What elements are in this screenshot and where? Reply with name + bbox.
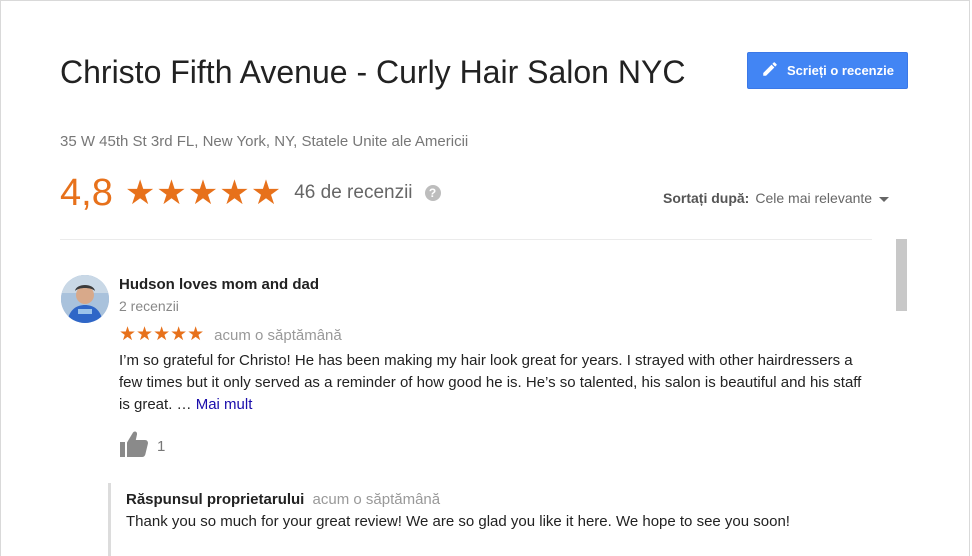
like-button[interactable]: 1 [119,430,165,463]
avatar[interactable] [61,275,109,323]
thumbs-up-icon [119,430,149,463]
chevron-down-icon [879,196,890,202]
review-meta: ★★★★★ acum o săptămână [119,325,342,345]
more-link[interactable]: Mai mult [196,396,253,413]
like-count: 1 [157,438,166,455]
help-icon[interactable]: ? [424,185,441,201]
author-review-count: 2 recenzii [119,298,179,314]
owner-reply-header: Răspunsul proprietarului acum o săptămân… [126,491,440,508]
write-review-label: Scrieți o recenzie [787,63,894,78]
scrollbar-thumb[interactable] [896,239,907,311]
review-stars: ★★★★★ [119,324,205,345]
review-date: acum o săptămână [214,326,342,344]
owner-reply-text: Thank you so much for your great review!… [126,513,790,530]
owner-reply-date: acum o săptămână [312,491,441,508]
review-author[interactable]: Hudson loves mom and dad [119,276,319,293]
owner-reply-label: Răspunsul proprietarului [126,491,305,508]
rating-summary: 4,8 ★★★★★ 46 de recenzii ? [60,170,441,216]
write-review-button[interactable]: Scrieți o recenzie [747,52,908,89]
sort-label: Sortați după: [663,190,750,206]
divider [60,239,872,240]
sort-value: Cele mai relevante [755,190,873,206]
owner-reply: Răspunsul proprietarului acum o săptămân… [108,483,871,556]
rating-value: 4,8 [60,172,113,214]
place-address: 35 W 45th St 3rd FL, New York, NY, State… [60,133,469,150]
pencil-icon [761,60,779,81]
place-title: Christo Fifth Avenue - Curly Hair Salon … [60,54,686,90]
review-count[interactable]: 46 de recenzii [294,182,412,204]
rating-stars: ★★★★★ [124,174,283,212]
sort-dropdown[interactable]: Sortați după: Cele mai relevante [663,190,890,206]
review-text: I’m so grateful for Christo! He has been… [119,350,869,416]
